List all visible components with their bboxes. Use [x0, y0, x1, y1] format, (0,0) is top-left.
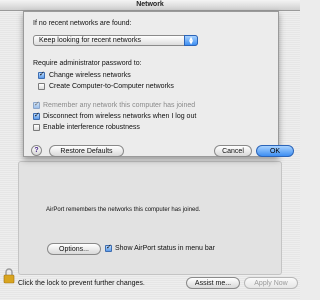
create-c2c-checkbox[interactable]: [38, 83, 45, 90]
options-button[interactable]: Options...: [47, 243, 101, 255]
interference-robustness-checkbox[interactable]: [33, 124, 40, 131]
airport-info-text: AirPort remembers the networks this comp…: [46, 207, 201, 213]
popup-arrows-icon: ▲ ▼: [184, 35, 198, 46]
help-icon[interactable]: ?: [31, 145, 42, 156]
assist-me-button[interactable]: Assist me...: [186, 277, 240, 289]
lock-icon[interactable]: [3, 268, 15, 284]
disconnect-logout-label: Disconnect from wireless networks when I…: [43, 113, 197, 120]
no-networks-select[interactable]: Keep looking for recent networks ▲ ▼: [33, 35, 198, 46]
apply-now-button[interactable]: Apply Now: [244, 277, 298, 289]
change-networks-label: Change wireless networks: [49, 72, 131, 79]
create-c2c-label: Create Computer-to-Computer networks: [49, 83, 174, 90]
no-networks-label: If no recent networks are found:: [33, 20, 132, 27]
lock-text: Click the lock to prevent further change…: [18, 280, 145, 287]
airport-panel: [18, 161, 282, 275]
interference-robustness-label: Enable interference robustness: [43, 124, 140, 131]
cancel-button[interactable]: Cancel: [214, 145, 252, 157]
show-status-checkbox[interactable]: [105, 243, 112, 252]
restore-defaults-button[interactable]: Restore Defaults: [49, 145, 124, 157]
no-networks-select-value: Keep looking for recent networks: [39, 37, 141, 44]
disconnect-logout-checkbox[interactable]: [33, 111, 40, 120]
window-title: Network: [136, 1, 164, 8]
require-password-label: Require administrator password to:: [33, 60, 142, 67]
airport-options-sheet: If no recent networks are found: Keep lo…: [23, 11, 294, 157]
remember-networks-checkbox[interactable]: [33, 100, 40, 109]
show-status-label: Show AirPort status in menu bar: [115, 245, 215, 252]
ok-button[interactable]: OK: [256, 145, 294, 157]
window-titlebar: Network: [0, 0, 300, 11]
remember-networks-label: Remember any network this computer has j…: [43, 102, 196, 109]
change-networks-checkbox[interactable]: [38, 70, 45, 79]
